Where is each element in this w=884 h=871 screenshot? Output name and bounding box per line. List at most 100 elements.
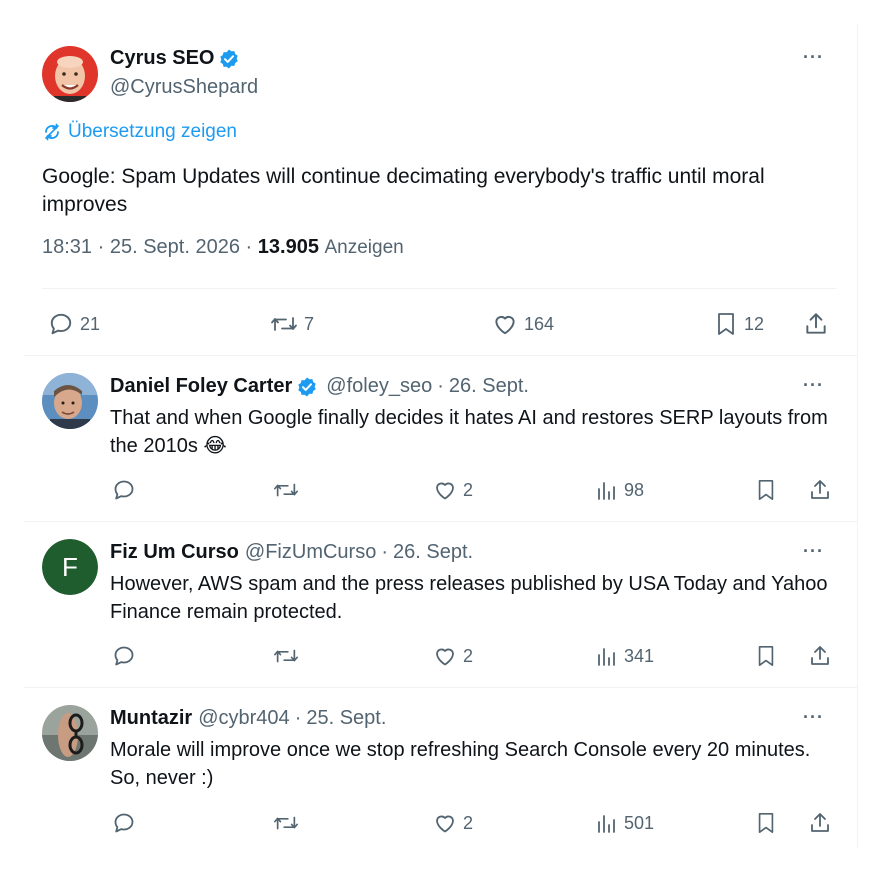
views-count: 501 (624, 812, 655, 833)
share-icon (811, 480, 829, 499)
like-count: 2 (463, 645, 474, 666)
retweet-button[interactable] (273, 811, 299, 835)
author-display-name[interactable]: Cyrus SEO (110, 47, 214, 70)
reply-icon (114, 480, 134, 500)
handle-separator: · (437, 375, 444, 397)
share-icon (811, 813, 829, 832)
author-handle[interactable]: @foley_seo (326, 375, 432, 398)
like-count: 2 (463, 812, 474, 833)
more-icon[interactable]: ··· (803, 542, 824, 560)
avatar-cyrus[interactable] (42, 46, 98, 102)
tweet-meta: 18:31 · 25. Sept. 2026 · 13.905 Anzeigen (42, 236, 404, 259)
reply-button[interactable]: 21 (48, 311, 100, 337)
reply-text: That and when Google finally decides it … (110, 407, 828, 457)
views-icon (598, 815, 615, 833)
reply-tweet: Daniel Foley Carter @foley_seo · 26. Sep… (0, 356, 857, 522)
bookmark-icon (758, 646, 774, 666)
avatar-fiz[interactable]: F (42, 539, 98, 595)
more-icon[interactable]: ··· (803, 48, 824, 66)
like-count: 2 (463, 479, 474, 500)
bookmark-icon (758, 480, 774, 500)
reply-button[interactable] (112, 478, 136, 502)
translate-icon (45, 123, 59, 141)
meta-separator: · (245, 236, 253, 258)
like-button[interactable]: 2 (433, 478, 473, 502)
bookmark-button[interactable] (755, 478, 777, 502)
like-button[interactable]: 2 (433, 644, 473, 668)
reply-icon (114, 646, 134, 666)
author-display-name[interactable]: Daniel Foley Carter (110, 375, 292, 398)
reply-button[interactable] (112, 644, 136, 668)
views-button[interactable]: 341 (596, 644, 654, 668)
reply-date[interactable]: 26. Sept. (393, 541, 473, 564)
retweet-button[interactable]: 7 (270, 311, 314, 337)
bookmark-button[interactable] (755, 811, 777, 835)
reply-tweet: F Fiz Um Curso @FizUmCurso · 26. Sept. ·… (0, 522, 857, 688)
timeline-right-border (857, 24, 858, 848)
share-button[interactable] (803, 311, 829, 337)
avatar-muntazir[interactable] (42, 705, 98, 761)
reply-icon (114, 813, 134, 833)
like-icon (436, 482, 454, 500)
views-icon (598, 482, 615, 500)
author-handle[interactable]: @cybr404 (198, 707, 289, 730)
views-count: 13.905 (257, 236, 319, 258)
like-icon (495, 315, 515, 335)
reply-text: Morale will improve once we stop refresh… (110, 739, 811, 789)
retweet-button[interactable] (273, 644, 299, 668)
views-button[interactable]: 501 (596, 811, 654, 835)
main-tweet: Cyrus SEO @CyrusShepard ··· Übersetzung … (0, 0, 857, 356)
reply-button[interactable] (112, 811, 136, 835)
share-icon (811, 646, 829, 665)
reply-icon (50, 313, 72, 335)
handle-separator: · (381, 541, 388, 563)
retweet-icon (274, 649, 298, 663)
avatar-daniel[interactable] (42, 373, 98, 429)
views-count: 341 (624, 645, 655, 666)
views-button[interactable]: 98 (596, 478, 644, 502)
handle-separator: · (294, 707, 302, 729)
like-button[interactable]: 164 (492, 311, 554, 337)
reply-date[interactable]: 25. Sept. (306, 707, 386, 730)
translate-label: Übersetzung zeigen (68, 121, 237, 142)
like-icon (436, 815, 454, 833)
views-icon (598, 648, 615, 666)
more-icon[interactable]: ··· (803, 708, 824, 726)
share-button[interactable] (808, 644, 832, 668)
reply-text: However, AWS spam and the press releases… (110, 573, 828, 623)
reply-date[interactable]: 26. Sept. (449, 375, 529, 398)
author-display-name[interactable]: Muntazir (110, 707, 192, 730)
author-display-name[interactable]: Fiz Um Curso (110, 541, 239, 564)
views-label: Anzeigen (324, 237, 404, 258)
tweet-time[interactable]: 18:31 (42, 236, 92, 258)
reply-tweet: Muntazir @cybr404 · 25. Sept. ··· Morale… (0, 688, 857, 848)
avatar-letter: F (62, 552, 78, 582)
verified-badge-icon (296, 376, 318, 398)
bookmark-icon (718, 313, 734, 335)
bookmark-button[interactable] (755, 644, 777, 668)
retweet-count: 7 (304, 313, 315, 334)
share-button[interactable] (808, 478, 832, 502)
share-icon (806, 313, 826, 334)
like-button[interactable]: 2 (433, 811, 473, 835)
like-icon (436, 648, 454, 666)
tweet-date[interactable]: 25. Sept. 2026 (110, 236, 240, 258)
bookmark-button[interactable]: 12 (714, 311, 764, 337)
reply-count: 21 (80, 313, 101, 334)
bookmark-count: 12 (744, 313, 765, 334)
views-count: 98 (624, 479, 645, 500)
like-count: 164 (524, 313, 555, 334)
author-handle[interactable]: @FizUmCurso (245, 541, 376, 564)
translate-link[interactable]: Übersetzung zeigen (42, 121, 237, 143)
share-button[interactable] (808, 811, 832, 835)
bookmark-icon (758, 813, 774, 833)
author-handle[interactable]: @CyrusShepard (110, 76, 258, 99)
more-icon[interactable]: ··· (803, 376, 824, 394)
tweet-text: Google: Spam Updates will continue decim… (42, 165, 765, 216)
retweet-icon (274, 816, 298, 830)
retweet-icon (271, 317, 297, 331)
retweet-button[interactable] (273, 478, 299, 502)
divider (42, 288, 836, 289)
meta-separator: · (97, 236, 105, 258)
retweet-icon (274, 483, 298, 497)
